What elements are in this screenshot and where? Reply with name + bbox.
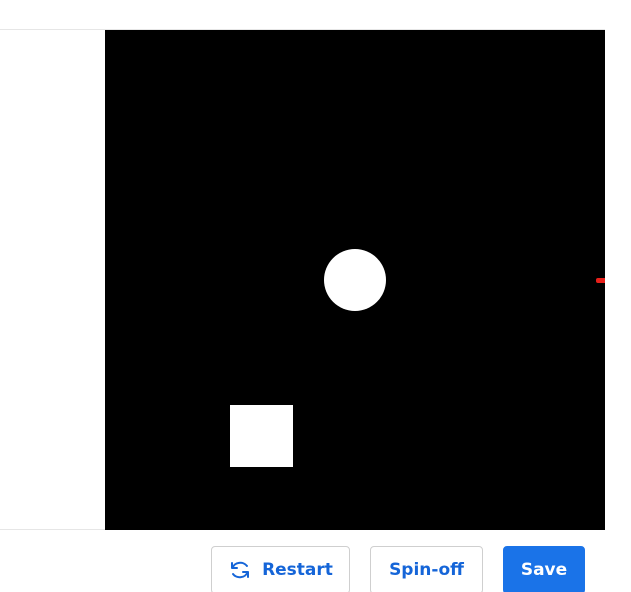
save-button[interactable]: Save xyxy=(503,546,585,592)
restart-button[interactable]: Restart xyxy=(211,546,350,592)
red-marker-sprite xyxy=(596,278,605,283)
white-circle-sprite xyxy=(324,249,386,311)
game-canvas-svg xyxy=(105,30,605,530)
restart-label: Restart xyxy=(262,560,333,580)
restart-icon xyxy=(228,558,252,582)
bottom-toolbar: Restart Spin-off Save xyxy=(0,531,631,592)
white-square-sprite xyxy=(230,405,293,467)
spin-off-button[interactable]: Spin-off xyxy=(370,546,483,592)
game-canvas[interactable] xyxy=(105,30,605,530)
spin-off-label: Spin-off xyxy=(389,560,464,580)
game-editor-page: Restart Spin-off Save xyxy=(0,0,631,592)
save-label: Save xyxy=(520,560,568,580)
